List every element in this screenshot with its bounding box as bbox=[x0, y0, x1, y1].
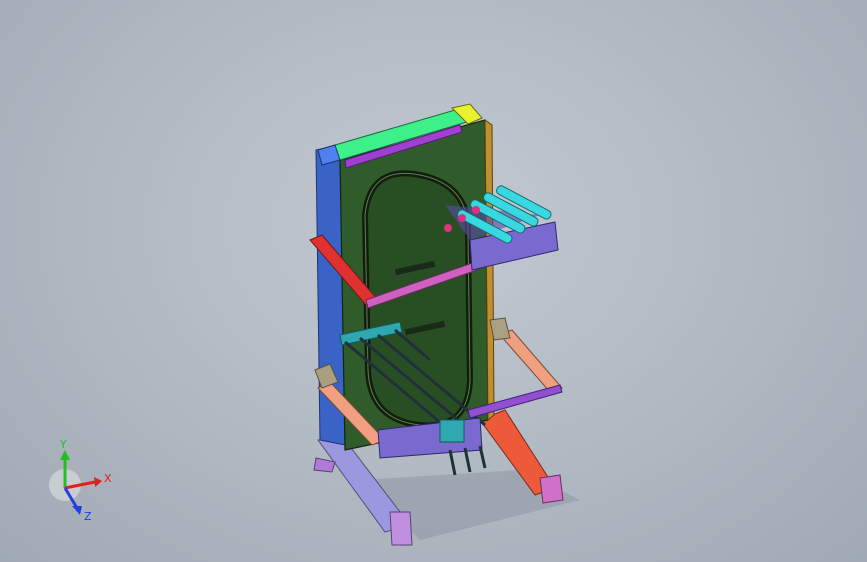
y-axis-label: Y bbox=[59, 440, 67, 451]
y-arrow-icon bbox=[60, 450, 70, 460]
z-axis-label: Z bbox=[84, 510, 92, 523]
graphics-viewport[interactable]: Y X Z bbox=[0, 0, 867, 562]
x-axis-label: X bbox=[104, 472, 112, 485]
x-arrow-icon bbox=[94, 477, 102, 487]
cad-model-view[interactable] bbox=[0, 0, 867, 562]
z-arrow-icon bbox=[72, 506, 82, 515]
coordinate-triad: Y X Z bbox=[49, 440, 112, 523]
